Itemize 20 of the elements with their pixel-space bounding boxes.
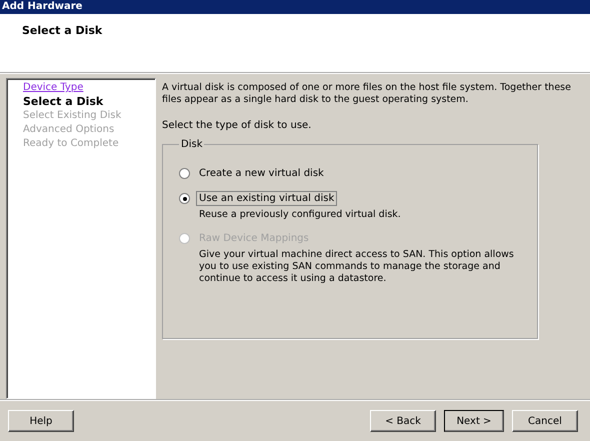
back-button[interactable]: < Back <box>370 410 436 432</box>
prompt-text: Select the type of disk to use. <box>162 120 312 131</box>
radio-button[interactable] <box>179 193 190 204</box>
option-description: Reuse a previously configured virtual disk. <box>199 209 402 221</box>
step-label: Select a Disk <box>23 95 104 109</box>
option-label[interactable]: Create a new virtual disk <box>196 166 327 181</box>
step-label: Select Existing Disk <box>23 109 122 123</box>
cancel-button[interactable]: Cancel <box>512 410 578 432</box>
window-title: Add Hardware <box>2 1 82 13</box>
step-label: Advanced Options <box>23 123 114 137</box>
radio-button[interactable] <box>179 168 190 179</box>
step-link[interactable]: Device Type <box>23 81 84 95</box>
intro-text: A virtual disk is composed of one or more files on the host file system. Together these files appear as a single hard disk to the guest operating system. <box>162 82 572 106</box>
option-label[interactable]: Use an existing virtual disk <box>196 191 338 206</box>
help-button[interactable]: Help <box>8 410 74 432</box>
page-title: Select a Disk <box>22 24 104 37</box>
group-legend: Disk <box>179 139 204 150</box>
option-description: Give your virtual machine direct access to SAN. This option allows you to use existing SAN commands to manage the storage and continue to access it using a datastore. <box>199 249 515 285</box>
step-label: Ready to Complete <box>23 137 119 151</box>
next-button[interactable]: Next > <box>444 410 504 432</box>
